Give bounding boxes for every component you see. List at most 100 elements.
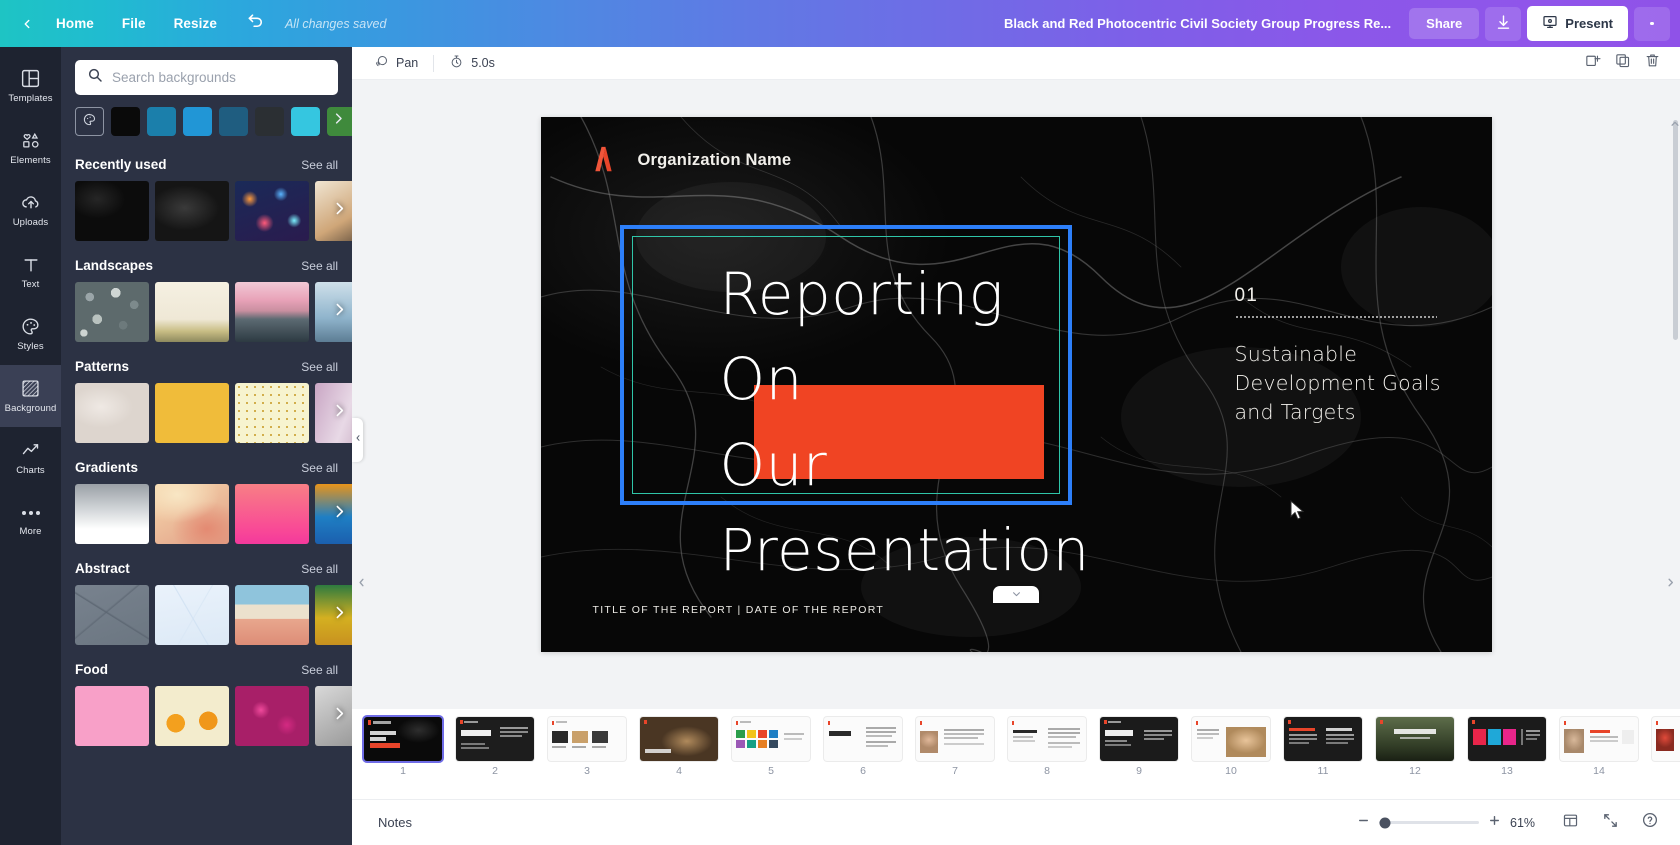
background-thumb[interactable] [155, 585, 229, 645]
background-thumb[interactable] [235, 383, 309, 443]
swatch-next-button[interactable] [331, 111, 346, 131]
page-item[interactable]: 1 [364, 717, 442, 777]
page-item[interactable]: 10 [1192, 717, 1270, 777]
background-thumb[interactable] [75, 282, 149, 342]
canvas-area[interactable]: Organization Name Reporting On Our Prese… [352, 80, 1680, 709]
see-all-link[interactable]: See all [301, 663, 338, 677]
page-thumbnail[interactable] [640, 717, 718, 761]
sidebar-item-templates[interactable]: Templates [0, 55, 61, 117]
color-picker-button[interactable] [75, 107, 104, 136]
page-item[interactable]: 12 [1376, 717, 1454, 777]
page-thumbnail[interactable] [1468, 717, 1546, 761]
page-thumbnail[interactable] [916, 717, 994, 761]
see-all-link[interactable]: See all [301, 259, 338, 273]
thumb-next-button[interactable] [331, 604, 348, 626]
delete-page-button[interactable] [1637, 50, 1667, 76]
present-button[interactable]: Present [1527, 6, 1628, 41]
page-thumbnail[interactable] [1560, 717, 1638, 761]
swatch-blue[interactable] [183, 107, 212, 136]
thumb-next-button[interactable] [331, 402, 348, 424]
home-menu[interactable]: Home [42, 9, 108, 38]
organization-name[interactable]: Organization Name [638, 151, 792, 170]
page-item[interactable]: 4 [640, 717, 718, 777]
page-thumbnail[interactable] [1376, 717, 1454, 761]
panel-collapse-handle[interactable] [352, 418, 363, 462]
background-thumb[interactable] [235, 484, 309, 544]
page-item[interactable]: 9 [1100, 717, 1178, 777]
background-thumb[interactable] [155, 282, 229, 342]
page-item[interactable]: 14 [1560, 717, 1638, 777]
page-thumbnail[interactable] [548, 717, 626, 761]
page-duration-button[interactable]: 5.0s [440, 50, 504, 76]
slide-subtitle-text[interactable]: Sustainable Development Goals and Target… [1235, 340, 1450, 427]
file-menu[interactable]: File [108, 9, 160, 38]
grid-view-button[interactable] [1556, 810, 1584, 836]
background-thumb[interactable] [155, 181, 229, 241]
back-button[interactable] [12, 9, 42, 39]
sidebar-item-more[interactable]: More [0, 489, 61, 551]
background-thumb[interactable] [75, 383, 149, 443]
page-strip-toggle[interactable] [993, 586, 1039, 603]
page-thumbnail[interactable] [1652, 717, 1680, 761]
download-button[interactable] [1485, 6, 1522, 41]
animation-pan-button[interactable]: Pan [365, 50, 427, 76]
background-thumb[interactable] [235, 282, 309, 342]
slide-title-textbox[interactable]: Reporting On Our Presentation [621, 227, 1090, 584]
duplicate-page-button[interactable] [1607, 50, 1637, 76]
page-item[interactable]: 7 [916, 717, 994, 777]
sidebar-item-background[interactable]: Background [0, 365, 61, 427]
page-thumbnail[interactable] [1008, 717, 1086, 761]
sidebar-item-charts[interactable]: Charts [0, 427, 61, 489]
slide-footer-text[interactable]: TITLE OF THE REPORT | DATE OF THE REPORT [593, 604, 885, 616]
sidebar-item-text[interactable]: Text [0, 241, 61, 303]
background-thumb[interactable] [155, 686, 229, 746]
page-thumbnail[interactable] [732, 717, 810, 761]
search-backgrounds-box[interactable] [75, 60, 338, 95]
canvas-vertical-scrollbar[interactable] [1673, 120, 1678, 340]
slide-canvas[interactable]: Organization Name Reporting On Our Prese… [540, 117, 1492, 652]
fullscreen-button[interactable] [1596, 810, 1624, 836]
page-strip-prev-button[interactable] [356, 575, 367, 593]
zoom-out-button[interactable] [1357, 814, 1370, 832]
swatch-teal-blue[interactable] [147, 107, 176, 136]
thumb-next-button[interactable] [331, 200, 348, 222]
sidebar-item-elements[interactable]: Elements [0, 117, 61, 179]
background-thumb[interactable] [75, 181, 149, 241]
page-item[interactable]: 6 [824, 717, 902, 777]
background-thumb[interactable] [235, 181, 309, 241]
see-all-link[interactable]: See all [301, 562, 338, 576]
search-input[interactable] [112, 70, 326, 85]
more-options-button[interactable] [1634, 6, 1670, 41]
page-item[interactable]: 3 [548, 717, 626, 777]
swatch-steel-blue[interactable] [219, 107, 248, 136]
zoom-slider[interactable] [1379, 817, 1479, 828]
page-item[interactable]: 13 [1468, 717, 1546, 777]
background-thumb[interactable] [75, 585, 149, 645]
add-page-button[interactable] [1577, 50, 1607, 76]
page-item[interactable]: 11 [1284, 717, 1362, 777]
swatch-black[interactable] [111, 107, 140, 136]
see-all-link[interactable]: See all [301, 158, 338, 172]
page-thumbnail[interactable] [824, 717, 902, 761]
page-item[interactable]: 5 [732, 717, 810, 777]
notes-button[interactable]: Notes [368, 809, 422, 836]
see-all-link[interactable]: See all [301, 461, 338, 475]
swatch-charcoal[interactable] [255, 107, 284, 136]
page-thumbnail[interactable] [1192, 717, 1270, 761]
background-thumb[interactable] [75, 686, 149, 746]
undo-button[interactable] [241, 9, 273, 39]
zoom-slider-handle[interactable] [1379, 817, 1391, 828]
sidebar-item-styles[interactable]: Styles [0, 303, 61, 365]
canvas-scroll-up-button[interactable] [1670, 116, 1680, 134]
page-item[interactable]: 8 [1008, 717, 1086, 777]
document-title[interactable]: Black and Red Photocentric Civil Society… [1004, 16, 1391, 31]
background-thumb[interactable] [235, 686, 309, 746]
resize-button[interactable]: Resize [160, 9, 231, 38]
background-thumb[interactable] [155, 383, 229, 443]
page-item[interactable]: 2 [456, 717, 534, 777]
zoom-in-button[interactable] [1488, 814, 1501, 832]
swatch-cyan[interactable] [291, 107, 320, 136]
background-thumb[interactable] [235, 585, 309, 645]
share-button[interactable]: Share [1409, 8, 1480, 39]
page-thumbnail[interactable] [364, 717, 442, 761]
